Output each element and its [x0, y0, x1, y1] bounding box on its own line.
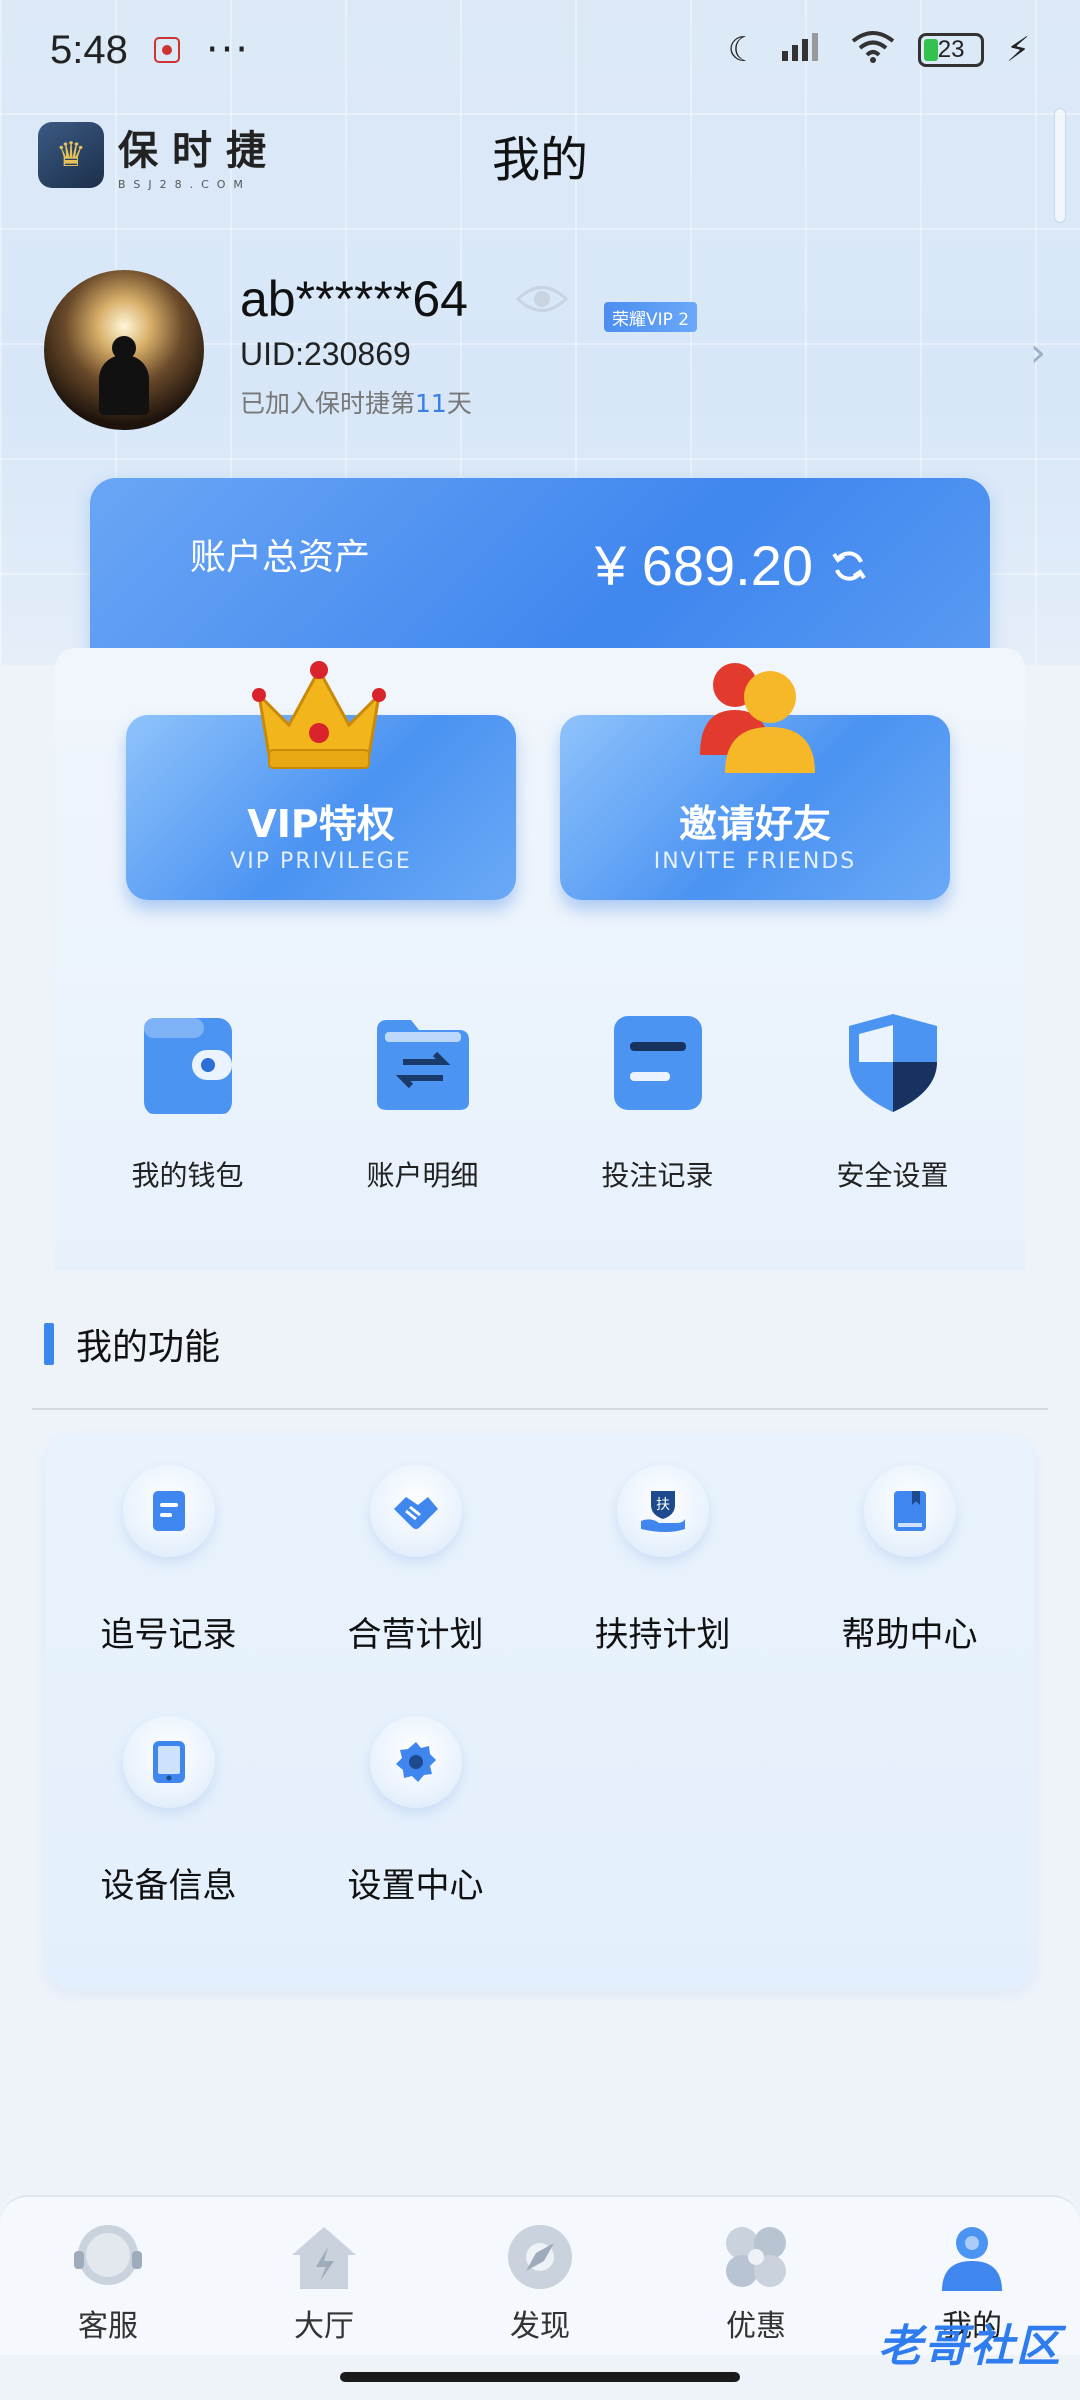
gear-icon	[369, 1716, 462, 1808]
vip-privilege-subtitle: VIP PRIVILEGE	[230, 849, 412, 874]
function-support-plan[interactable]: 扶 扶持计划	[539, 1465, 786, 1656]
avatar[interactable]	[44, 270, 204, 430]
nav-label: 发现	[510, 2309, 570, 2344]
username: ab******64	[240, 271, 468, 327]
support-hand-icon: 扶	[616, 1465, 709, 1557]
document-icon	[122, 1465, 215, 1557]
quick-action-label: 我的钱包	[131, 1159, 244, 1192]
nav-label: 客服	[78, 2309, 138, 2344]
more-notifications-icon: ···	[205, 27, 251, 73]
promo-icon	[726, 2227, 786, 2287]
status-time: 5:48	[50, 27, 128, 72]
svg-text:扶: 扶	[656, 1497, 670, 1513]
shield-icon	[848, 1014, 937, 1112]
invite-friends-title: 邀请好友	[678, 802, 831, 846]
quick-action-label: 安全设置	[836, 1159, 949, 1192]
section-header: 我的功能	[44, 1318, 220, 1370]
joined-days-text: 已加入保时捷第11天	[240, 389, 472, 418]
wifi-icon	[850, 29, 896, 72]
screen-record-icon	[153, 37, 180, 63]
scroll-indicator	[1054, 108, 1066, 223]
function-label: 帮助中心	[841, 1615, 978, 1655]
refresh-icon[interactable]	[829, 546, 869, 586]
nav-discover[interactable]: 发现	[432, 2197, 648, 2355]
total-assets-value: ¥ 689.20	[595, 533, 869, 598]
wallet-icon	[143, 1018, 232, 1114]
user-uid: UID:230869	[240, 336, 411, 372]
function-joint-venture[interactable]: 合营计划	[292, 1465, 539, 1656]
quick-actions: 我的钱包 账户明细 投注记录 安全设置	[70, 1010, 1010, 1194]
home-icon	[292, 2227, 356, 2289]
total-assets-label: 账户总资产	[190, 537, 371, 578]
status-bar: 5:48 ··· ☾ 23 ⚡	[0, 0, 1080, 100]
quick-action-bet-records[interactable]: 投注记录	[540, 1010, 775, 1194]
functions-grid: 追号记录 合营计划 扶 扶持计划 帮助中心 设备信息 设置中心	[45, 1465, 1035, 1907]
nav-promotions[interactable]: 优惠	[648, 2197, 864, 2355]
book-icon	[863, 1465, 956, 1557]
function-help-center[interactable]: 帮助中心	[786, 1465, 1033, 1656]
eye-icon[interactable]	[516, 282, 568, 316]
tablet-icon	[122, 1716, 215, 1808]
nav-label: 大厅	[294, 2309, 354, 2344]
profile-icon	[942, 2227, 1002, 2291]
quick-action-wallet[interactable]: 我的钱包	[70, 1010, 305, 1194]
friends-icon	[700, 663, 815, 773]
page-title: 我的	[491, 132, 588, 188]
function-label: 设置中心	[347, 1866, 484, 1906]
battery-icon: 23	[918, 33, 985, 67]
function-device-info[interactable]: 设备信息	[45, 1716, 292, 1907]
record-list-icon	[613, 1016, 702, 1110]
quick-action-security-settings[interactable]: 安全设置	[775, 1010, 1010, 1194]
vip-badge: 荣耀VIP 2	[604, 302, 698, 332]
function-label: 合营计划	[347, 1615, 484, 1655]
function-label: 设备信息	[100, 1866, 237, 1906]
nav-label: 优惠	[726, 2309, 786, 2344]
signal-icon	[780, 29, 828, 72]
invite-friends-subtitle: INVITE FRIENDS	[653, 849, 857, 874]
quick-action-label: 账户明细	[366, 1159, 479, 1192]
nav-lobby[interactable]: 大厅	[216, 2197, 432, 2355]
crown-icon	[252, 661, 386, 769]
vip-privilege-title: VIP特权	[247, 802, 395, 846]
invite-friends-button[interactable]: 邀请好友 INVITE FRIENDS	[560, 663, 950, 900]
quick-action-account-details[interactable]: 账户明细	[305, 1010, 540, 1194]
home-indicator[interactable]	[340, 2372, 740, 2382]
handshake-icon	[369, 1465, 462, 1557]
watermark: 老哥社区	[878, 2321, 1062, 2372]
moon-icon: ☾	[727, 30, 759, 70]
vip-privilege-button[interactable]: VIP特权 VIP PRIVILEGE	[126, 661, 516, 900]
charging-icon: ⚡	[1006, 30, 1030, 70]
function-label: 追号记录	[100, 1615, 237, 1655]
discover-icon	[508, 2225, 572, 2289]
function-label: 扶持计划	[594, 1615, 731, 1655]
function-settings-center[interactable]: 设置中心	[292, 1716, 539, 1907]
nav-customer-service[interactable]: 客服	[0, 2197, 216, 2355]
quick-action-label: 投注记录	[601, 1159, 714, 1192]
section-accent-bar	[44, 1323, 54, 1365]
section-title: 我的功能	[76, 1327, 221, 1368]
customer-service-icon	[74, 2225, 142, 2285]
chevron-right-icon[interactable]: ›	[1030, 330, 1046, 376]
divider	[32, 1408, 1048, 1410]
function-chase-records[interactable]: 追号记录	[45, 1465, 292, 1656]
transfer-folder-icon	[376, 1020, 469, 1110]
